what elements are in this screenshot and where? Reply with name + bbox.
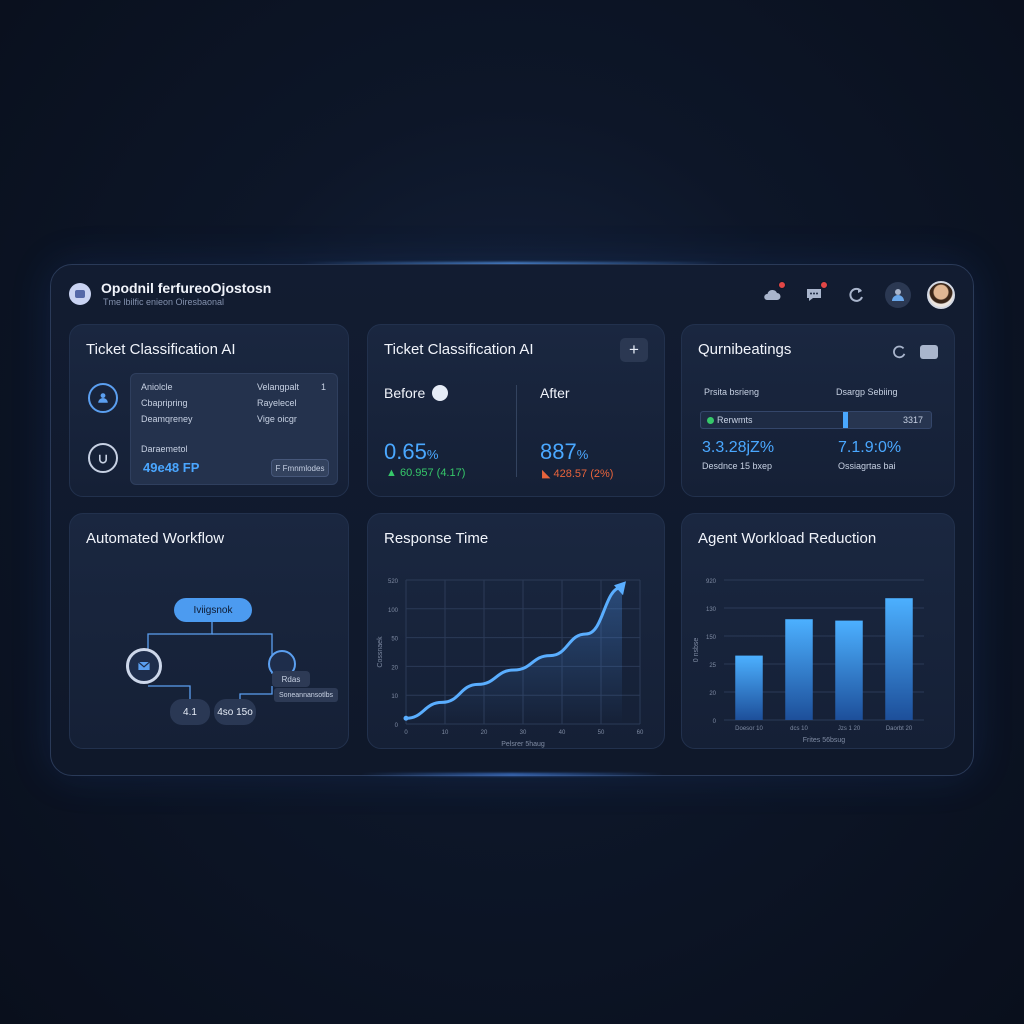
response-time-chart: 0 10 20 50 100 520 0 10 20 30 40 50 60 Pelsrer 5haug C… — [377, 579, 644, 748]
dashboard-window: Opodnil ferfureoOjostosn Tme lbilfic eni… — [50, 264, 974, 776]
right-node-caption: Soneannansotlbs — [274, 688, 338, 702]
message-badge — [820, 281, 828, 289]
y-tick-label: 100 — [388, 608, 399, 614]
x-tick-label: 10 — [442, 730, 449, 736]
trigger-node[interactable]: Iviigsnok — [174, 598, 252, 622]
notification-badge — [778, 281, 786, 289]
x-tick-label: Daorbt 20 — [886, 726, 913, 732]
x-tick-label: dcs 10 — [790, 726, 808, 732]
x-tick-label: Jzs 1 20 — [838, 726, 861, 732]
panel-label: Daraemetol — [141, 444, 188, 454]
bottom-right-node[interactable]: 4so 15o — [214, 699, 256, 725]
ratings-card: Qurnibeatings Prsita bsrieng Dsargp Sebi… — [681, 324, 955, 497]
before-after-card: Ticket Classification AI + Before After … — [367, 324, 665, 497]
y-tick-label: 50 — [391, 637, 398, 643]
divider — [516, 385, 517, 477]
y-tick-label: 20 — [709, 691, 716, 697]
left-caption: Desdnce 15 bxep — [702, 461, 773, 471]
bar — [785, 619, 813, 720]
y-axis-label: Cossnaek — [377, 636, 384, 668]
app-title: Opodnil ferfureoOjostosn — [101, 280, 272, 296]
avatar[interactable] — [927, 281, 955, 309]
y-tick-label: 0 — [395, 723, 399, 729]
progress-track: Rerwmts 3317 — [700, 411, 932, 429]
x-tick-label: 0 — [404, 730, 408, 736]
y-tick-label: 0 — [713, 719, 717, 725]
x-tick-label: 60 — [637, 730, 644, 736]
panel-button[interactable]: F Fmnmlodes — [271, 459, 329, 477]
row3-left: Deamqreney — [141, 414, 193, 424]
card-title: Qurnibeatings — [698, 341, 792, 358]
row2-right: Rayelecel — [257, 398, 297, 408]
right-caption: Ossiagrtas bai — [838, 461, 896, 471]
refresh-icon[interactable] — [843, 282, 869, 308]
after-delta: ◣ 428.57 (2%) — [542, 468, 614, 480]
start-point — [403, 715, 409, 721]
y-tick-label: 10 — [391, 694, 398, 700]
left-value: 3.3.28jZ% — [702, 439, 775, 456]
ticket-classification-card: Ticket Classification AI Aniolcle Velang… — [69, 324, 349, 497]
y-tick-label: 130 — [706, 607, 717, 613]
bar — [735, 655, 763, 720]
before-delta: ▲ 60.957 (4.17) — [386, 467, 466, 479]
row3-right: Vige oicgr — [257, 414, 297, 424]
y-tick-label: 520 — [388, 579, 399, 585]
app-subtitle: Tme lbilfic enieon Oiresbaonal — [103, 297, 225, 307]
right-label: Dsargp Sebiing — [836, 387, 898, 397]
x-tick-label: 20 — [481, 730, 488, 736]
y-axis-label: 0 nsbse — [693, 638, 700, 663]
right-node[interactable]: Rdas — [272, 671, 310, 687]
header-toolbar — [759, 281, 955, 309]
user-icon — [88, 383, 118, 413]
y-tick-label: 25 — [709, 663, 716, 669]
progress-marker[interactable] — [842, 412, 848, 428]
before-label: Before — [384, 385, 426, 401]
workload-chart: 0 20 25 150 130 920 Doesor 10 dcs 10 Jzs 1 20 Dao… — [693, 579, 924, 744]
y-tick-label: 20 — [391, 665, 398, 671]
info-icon — [432, 385, 448, 401]
bottom-glow — [360, 773, 664, 776]
card-title: Ticket Classification AI — [384, 341, 534, 358]
before-value: 0.65% — [384, 439, 439, 464]
add-button[interactable]: + — [620, 338, 648, 362]
user-group-icon[interactable] — [885, 282, 911, 308]
classification-panel: Aniolcle Velangpalt 1 Cbapripring Rayele… — [130, 373, 338, 485]
workflow-connectors — [147, 622, 273, 699]
after-label: After — [540, 385, 570, 401]
response-time-card: Response Time 0 10 20 50 100 520 0 10 20 30 40 50 60… — [367, 513, 665, 749]
x-tick-label: 40 — [559, 730, 566, 736]
app-logo-icon — [69, 283, 91, 305]
x-axis-label: Frites 56bsug — [803, 737, 846, 744]
row2-left: Cbapripring — [141, 398, 188, 408]
automated-workflow-card: Automated Workflow Iviigsnok Rdas Sonean… — [69, 513, 349, 749]
x-tick-label: Doesor 10 — [735, 726, 763, 732]
y-tick-label: 920 — [706, 579, 717, 585]
row1-count: 1 — [321, 382, 327, 392]
row1-left: Aniolcle — [141, 382, 173, 392]
bottom-left-node[interactable]: 4.1 — [170, 699, 210, 725]
workload-card: Agent Workload Reduction 0 20 25 150 130 920 D… — [681, 513, 955, 749]
camera-icon[interactable] — [920, 345, 938, 359]
row1-right: Velangpalt — [257, 382, 300, 392]
panel-value: 49e48 FP — [143, 460, 200, 475]
bar-label: Rerwmts — [717, 415, 753, 425]
status-dot-icon — [707, 417, 714, 424]
bar — [835, 620, 863, 720]
after-value: 887% — [540, 439, 589, 464]
bar — [885, 598, 913, 720]
right-value: 7.1.9:0% — [838, 439, 902, 456]
headset-icon — [88, 443, 118, 473]
cloud-icon[interactable] — [759, 281, 786, 308]
x-tick-label: 30 — [520, 730, 527, 736]
card-title: Ticket Classification AI — [86, 341, 236, 358]
email-node-icon[interactable] — [126, 648, 162, 684]
x-tick-label: 50 — [598, 730, 605, 736]
bar-value: 3317 — [902, 415, 923, 425]
refresh-icon[interactable] — [890, 343, 908, 366]
x-axis-label: Pelsrer 5haug — [501, 741, 545, 748]
y-tick-label: 150 — [706, 635, 717, 641]
left-label: Prsita bsrieng — [704, 387, 760, 397]
chat-icon[interactable] — [801, 281, 828, 308]
